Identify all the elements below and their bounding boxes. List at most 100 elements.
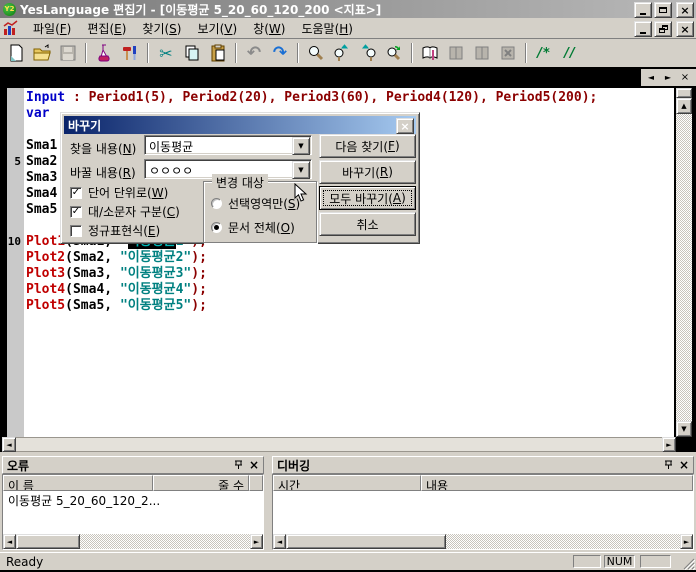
- menu-file[interactable]: 파일(F): [25, 18, 79, 39]
- scroll-track[interactable]: [446, 534, 680, 549]
- errors-col-name[interactable]: 이 름: [3, 475, 153, 491]
- dialog-titlebar[interactable]: 바꾸기 ×: [64, 116, 416, 134]
- resize-grip[interactable]: [682, 557, 695, 570]
- code-token: Sma4: [26, 186, 57, 201]
- replace-with-value[interactable]: ㅇㅇㅇㅇ: [149, 162, 193, 179]
- scroll-thumb[interactable]: [16, 534, 80, 549]
- debug-panel-close-icon[interactable]: ×: [679, 458, 689, 472]
- save-button[interactable]: [55, 41, 81, 65]
- scroll-thumb[interactable]: [286, 534, 446, 549]
- find-button[interactable]: [303, 41, 329, 65]
- menu-find[interactable]: 찾기(S): [134, 18, 189, 39]
- menu-edit[interactable]: 편집(E): [79, 18, 134, 39]
- whole-document-option[interactable]: 문서 전체(O): [211, 219, 295, 236]
- whole-word-option[interactable]: ✓ 단어 단위로(W): [70, 184, 168, 201]
- bookmark-clear-button[interactable]: [495, 41, 521, 65]
- radio-unselected[interactable]: [211, 198, 222, 209]
- open-file-button[interactable]: [29, 41, 55, 65]
- find-what-value[interactable]: 이동평균: [149, 138, 193, 155]
- find-next-button[interactable]: 다음 찾기(F): [319, 134, 416, 158]
- redo-button[interactable]: ↷: [267, 41, 293, 65]
- find-next-button[interactable]: [329, 41, 355, 65]
- code-line[interactable]: Plot4(Sma4, "이동평균4");: [7, 282, 675, 298]
- error-row[interactable]: 이동평균 5_20_60_120_2...: [3, 491, 263, 510]
- debug-hscrollbar[interactable]: ◄ ►: [273, 534, 693, 549]
- scroll-up-button[interactable]: ▲: [676, 98, 692, 114]
- errors-col-lines[interactable]: 줄 수: [153, 475, 249, 491]
- help-book-button[interactable]: [417, 41, 443, 65]
- debug-col-time[interactable]: 시간: [273, 475, 421, 491]
- comment-block-button[interactable]: /*: [531, 41, 557, 65]
- scroll-left-button[interactable]: ◄: [3, 534, 16, 549]
- scroll-right-button[interactable]: ►: [680, 534, 693, 549]
- dialog-close-button[interactable]: ×: [396, 118, 414, 134]
- code-line[interactable]: Input : Period1(5), Period2(20), Period3…: [7, 90, 675, 106]
- down-arrow-icon: ▼: [681, 425, 686, 433]
- checkbox-checked[interactable]: ✓: [70, 187, 82, 199]
- bookmark-add-button[interactable]: [443, 41, 469, 65]
- replace-all-button[interactable]: 모두 바꾸기(A): [319, 186, 416, 210]
- mdi-restore-button[interactable]: [654, 21, 672, 37]
- find-prev-button[interactable]: [355, 41, 381, 65]
- scroll-right-button[interactable]: ►: [662, 437, 676, 452]
- radio-selected[interactable]: [211, 222, 222, 233]
- find-what-combo[interactable]: 이동평균 ▼: [144, 135, 312, 155]
- code-text: Sma1: [24, 138, 57, 154]
- code-text: Plot3(Sma3, "이동평균3");: [24, 266, 207, 282]
- title-bar[interactable]: Y2 YesLanguage 편집기 - [이동평균 5_20_60_120_2…: [0, 0, 696, 18]
- menu-help[interactable]: 도움말(H): [293, 18, 361, 39]
- errors-hscrollbar[interactable]: ◄ ►: [3, 534, 263, 549]
- toolbar-separator: [525, 43, 527, 63]
- cancel-button[interactable]: 취소: [319, 212, 416, 236]
- paste-button[interactable]: [205, 41, 231, 65]
- menu-window[interactable]: 창(W): [245, 18, 293, 39]
- regex-option[interactable]: 정규표현식(E): [70, 222, 160, 239]
- new-file-button[interactable]: [3, 41, 29, 65]
- replace-one-button[interactable]: 바꾸기(R): [319, 160, 416, 184]
- pin-icon[interactable]: [234, 460, 243, 470]
- code-line[interactable]: Plot3(Sma3, "이동평균3");: [7, 266, 675, 282]
- scroll-left-button[interactable]: ◄: [273, 534, 286, 549]
- find-dropdown-button[interactable]: ▼: [292, 137, 310, 155]
- debug-col-content[interactable]: 내용: [421, 475, 693, 491]
- minimize-button[interactable]: [634, 2, 652, 18]
- bookmark-prev-button[interactable]: [469, 41, 495, 65]
- tab-close-button[interactable]: ×: [678, 71, 692, 84]
- maximize-button[interactable]: [654, 2, 672, 18]
- code-token: Input: [26, 90, 65, 105]
- editor-vscrollbar[interactable]: ▲ ▼: [676, 88, 692, 437]
- scroll-track[interactable]: [80, 534, 250, 549]
- errors-panel-close-icon[interactable]: ×: [249, 458, 259, 472]
- code-line[interactable]: Plot2(Sma2, "이동평균2");: [7, 250, 675, 266]
- splitter-box[interactable]: [676, 88, 692, 98]
- undo-button[interactable]: ↶: [241, 41, 267, 65]
- menu-view[interactable]: 보기(V): [189, 18, 245, 39]
- verify-script-button[interactable]: [91, 41, 117, 65]
- replace-dropdown-button[interactable]: ▼: [292, 161, 310, 179]
- code-line[interactable]: Plot5(Sma5, "이동평균5");: [7, 298, 675, 314]
- mouse-cursor: [294, 183, 308, 203]
- vscroll-track[interactable]: [676, 114, 692, 421]
- scroll-down-button[interactable]: ▼: [676, 421, 692, 437]
- replace-button[interactable]: [381, 41, 407, 65]
- mdi-minimize-button[interactable]: [634, 21, 652, 37]
- checkbox-checked[interactable]: ✓: [70, 206, 82, 218]
- tab-scroll-right-button[interactable]: ►: [661, 71, 675, 84]
- match-case-option[interactable]: ✓ 대/소문자 구분(C): [70, 203, 180, 220]
- dialog-close-icon: ×: [400, 121, 409, 132]
- tab-scroll-left-button[interactable]: ◄: [644, 71, 658, 84]
- whole-document-label: 문서 전체(O): [228, 219, 295, 236]
- checkbox-unchecked[interactable]: [70, 225, 82, 237]
- chart-doc-icon[interactable]: [3, 20, 19, 36]
- comment-line-button[interactable]: //: [557, 41, 583, 65]
- selection-only-option[interactable]: 선택영역만(S): [211, 195, 300, 212]
- close-button[interactable]: ×: [676, 2, 694, 18]
- scroll-left-button[interactable]: ◄: [2, 437, 16, 452]
- scroll-right-button[interactable]: ►: [250, 534, 263, 549]
- cut-button[interactable]: ✂: [153, 41, 179, 65]
- copy-button[interactable]: [179, 41, 205, 65]
- pin-icon[interactable]: [664, 460, 673, 470]
- tools-button[interactable]: [117, 41, 143, 65]
- mdi-close-button[interactable]: ×: [676, 21, 694, 37]
- editor-hscrollbar[interactable]: [2, 437, 676, 452]
